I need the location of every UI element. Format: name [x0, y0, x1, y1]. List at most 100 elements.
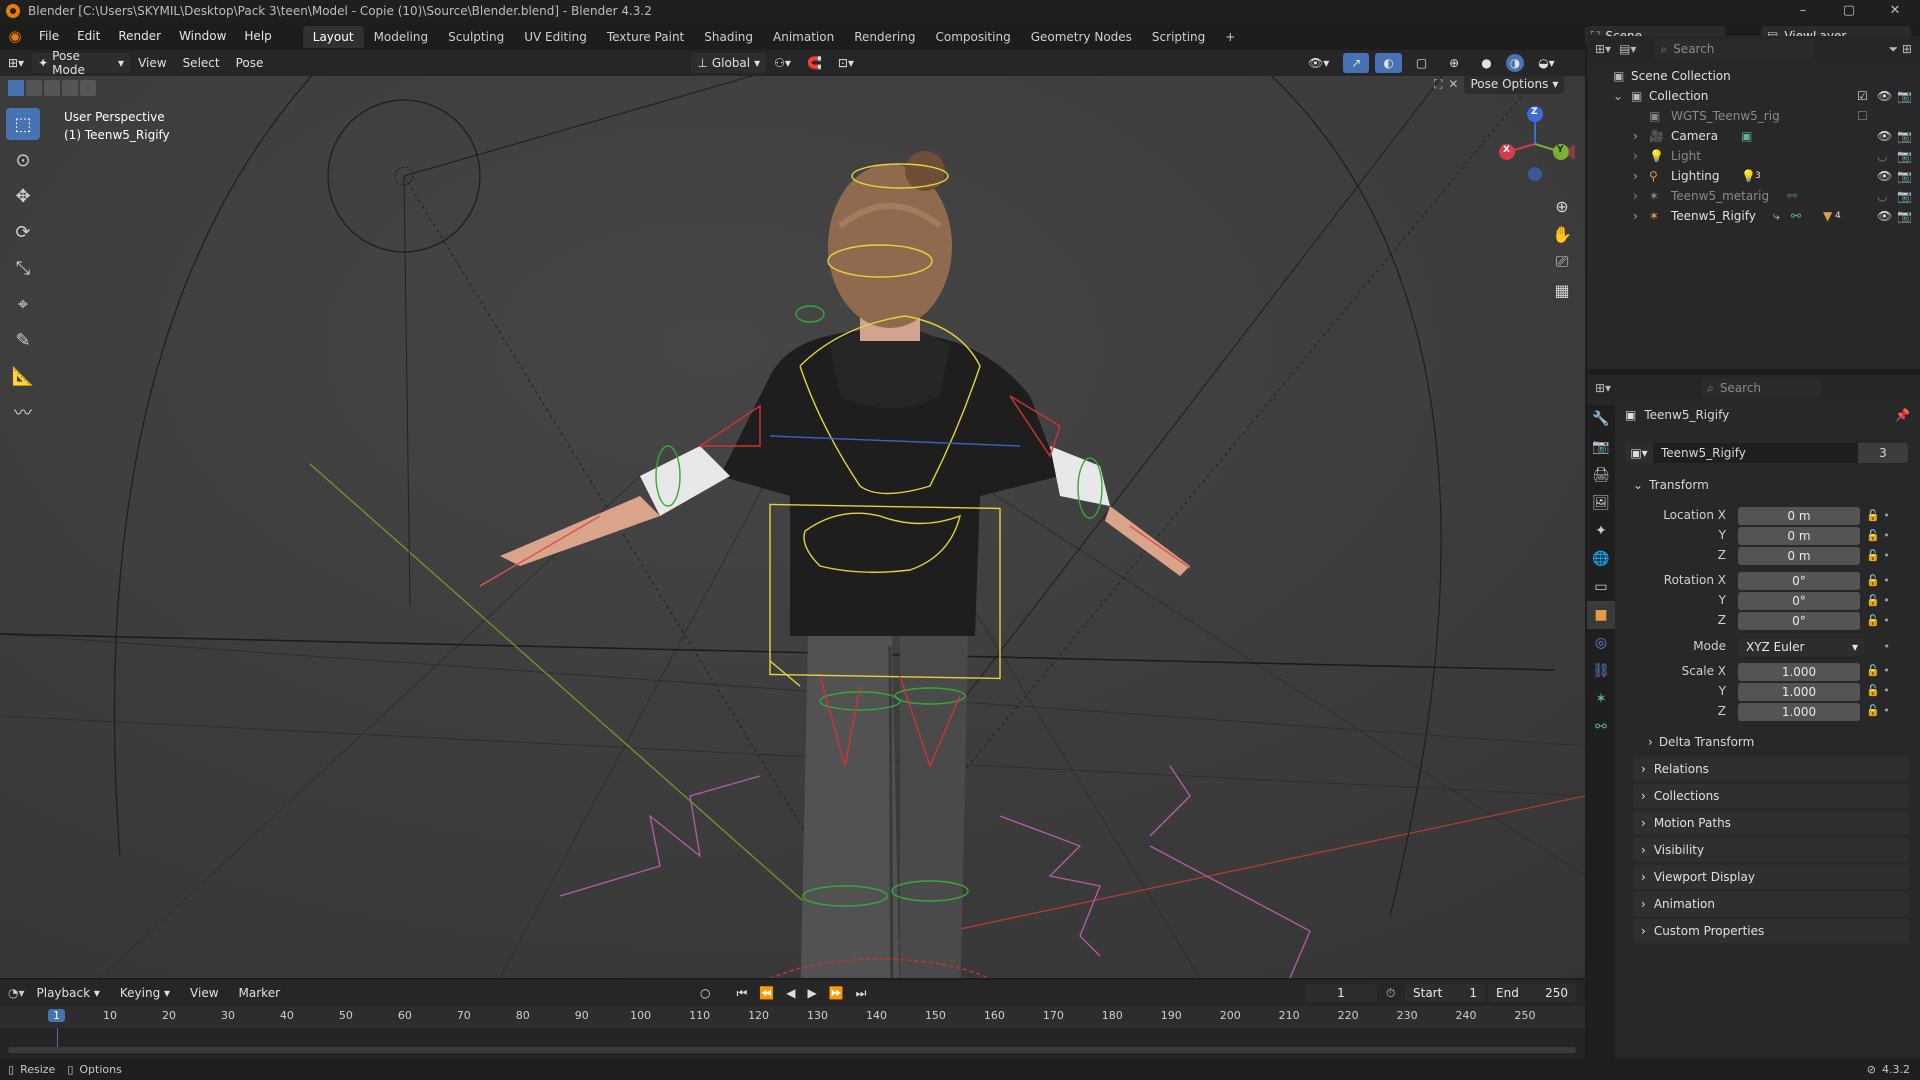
select-box-icon[interactable]: ⬚: [6, 108, 40, 140]
outliner-collection[interactable]: ⌄ ▣ Collection ☑ 👁 📷: [1587, 86, 1920, 106]
armature-data-tab-icon[interactable]: ✶: [1587, 685, 1615, 713]
current-frame-marker[interactable]: 1: [48, 1009, 65, 1022]
custom-properties-panel[interactable]: › Custom Properties: [1633, 919, 1909, 943]
output-tab-icon[interactable]: 🖨: [1587, 461, 1615, 489]
outliner-item[interactable]: › 🎥 Camera ▣ 👁 📷: [1587, 126, 1920, 146]
motion-paths-panel[interactable]: › Motion Paths: [1633, 811, 1909, 835]
rotation-mode-dropdown[interactable]: XYZ Euler ▾: [1738, 638, 1864, 656]
maximize-button[interactable]: ▢: [1826, 0, 1872, 22]
eye-icon[interactable]: 👁: [1877, 129, 1892, 143]
collection-tab-icon[interactable]: ▭: [1587, 573, 1615, 601]
chevron-right-icon[interactable]: ›: [1633, 189, 1638, 203]
rotation-z-field[interactable]: 0°: [1738, 612, 1860, 630]
scale-x-field[interactable]: 1.000: [1738, 663, 1860, 681]
lock-icon[interactable]: 🔓 •: [1866, 681, 1906, 701]
chevron-right-icon[interactable]: ›: [1633, 129, 1638, 143]
outliner-editor-icon[interactable]: ⊞▾: [1595, 42, 1611, 56]
relax-pose-icon[interactable]: 〰: [6, 396, 40, 428]
outliner-scene-collection[interactable]: ▣ Scene Collection: [1587, 66, 1920, 86]
eye-icon[interactable]: 👁: [1877, 89, 1892, 103]
bone-tab-icon[interactable]: ⚯: [1587, 713, 1615, 741]
eye-icon[interactable]: 👁: [1877, 209, 1892, 223]
xray-icon[interactable]: ▢: [1408, 50, 1435, 76]
play-icon[interactable]: ▶: [807, 986, 816, 1000]
tab-animation[interactable]: Animation: [763, 26, 844, 48]
tool-tab-icon[interactable]: 🔧: [1587, 405, 1615, 433]
marker-menu[interactable]: Marker: [231, 980, 288, 1006]
object-name-field[interactable]: Teenw5_Rigify: [1653, 443, 1858, 463]
material-shading-icon[interactable]: ◑: [1505, 54, 1525, 72]
view-layer-tab-icon[interactable]: 🖼: [1587, 489, 1615, 517]
pan-hand-icon[interactable]: ✋: [1548, 220, 1576, 248]
outliner-item[interactable]: › ✶ Teenw5_Rigify ⤷ ⚯ ▼ 4 👁 📷: [1587, 206, 1920, 226]
close-icon[interactable]: ✕: [1448, 77, 1458, 91]
transform-icon[interactable]: ⌖: [6, 288, 40, 320]
transform-affect-icon[interactable]: ⛶: [1434, 77, 1442, 92]
jump-end-icon[interactable]: ⏭: [856, 986, 867, 1001]
checkbox-icon[interactable]: ☐: [1857, 109, 1868, 123]
object-tab-icon[interactable]: ■: [1587, 601, 1615, 629]
relations-panel[interactable]: › Relations: [1633, 757, 1909, 781]
lock-icon[interactable]: 🔓 •: [1866, 661, 1906, 681]
camera-render-icon[interactable]: 📷: [1897, 89, 1912, 103]
properties-search-input[interactable]: ⌕ Search: [1701, 378, 1822, 398]
rotate-icon[interactable]: ⟳: [6, 216, 40, 248]
users-count[interactable]: 3: [1858, 443, 1908, 463]
chevron-down-icon[interactable]: ⌄: [1613, 89, 1623, 103]
camera-render-icon[interactable]: 📷: [1897, 209, 1912, 223]
lock-icon[interactable]: 🔓 •: [1866, 611, 1906, 631]
physics-tab-icon[interactable]: ◎: [1587, 629, 1615, 657]
lock-icon[interactable]: 🔓 •: [1866, 591, 1906, 611]
pose-options-dropdown[interactable]: Pose Options ▾: [1464, 76, 1565, 94]
outliner-search-input[interactable]: ⌕ Search: [1654, 39, 1815, 59]
select-extend-icon[interactable]: [26, 80, 42, 96]
outliner-item[interactable]: › ⚲ Lighting 💡 3 👁 📷: [1587, 166, 1920, 186]
editor-type-icon[interactable]: ⊞▾: [0, 50, 32, 76]
frame-ruler[interactable]: 1 10 20 30 40 50 60 70 80 90 100 110 120 130 140 150 160…: [0, 1006, 1585, 1028]
tab-compositing[interactable]: Compositing: [925, 26, 1020, 48]
end-frame-field[interactable]: End 250: [1488, 984, 1576, 1002]
camera-render-icon[interactable]: 📷: [1897, 169, 1912, 183]
pivot-icon[interactable]: ⚇▾: [766, 50, 799, 76]
blender-menu-icon[interactable]: ◉: [0, 27, 30, 45]
current-frame-field[interactable]: 1: [1305, 984, 1377, 1002]
tab-layout[interactable]: Layout: [302, 26, 364, 48]
prev-keyframe-icon[interactable]: ⏪: [759, 986, 774, 1000]
checkbox-icon[interactable]: ☑: [1857, 89, 1868, 103]
rendered-shading-icon[interactable]: ◒▾: [1530, 50, 1563, 76]
grid-view-icon[interactable]: ▦: [1548, 276, 1576, 304]
lock-icon[interactable]: 🔓 •: [1866, 526, 1906, 546]
menu-render[interactable]: Render: [109, 22, 170, 50]
zoom-icon[interactable]: ⊕: [1548, 192, 1576, 220]
select-new-icon[interactable]: [8, 80, 24, 96]
viewport-display-panel[interactable]: › Viewport Display: [1633, 865, 1909, 889]
outliner-item[interactable]: › 💡 Light ◡ 📷: [1587, 146, 1920, 166]
annotate-icon[interactable]: ✎: [6, 324, 40, 356]
add-workspace-button[interactable]: +: [1215, 26, 1245, 48]
close-button[interactable]: ✕: [1872, 0, 1918, 22]
filter-icon[interactable]: ⏷ ⊞: [1889, 42, 1912, 57]
select-menu[interactable]: Select: [175, 50, 228, 76]
transform-panel-header[interactable]: ⌄ Transform: [1633, 478, 1709, 492]
tab-shading[interactable]: Shading: [694, 26, 763, 48]
gizmo-toggle-icon[interactable]: ↗: [1343, 53, 1370, 73]
pin-icon[interactable]: 📌: [1895, 408, 1910, 422]
scale-y-field[interactable]: 1.000: [1738, 683, 1860, 701]
measure-icon[interactable]: 📐: [6, 360, 40, 392]
scene-tab-icon[interactable]: ✦: [1587, 517, 1615, 545]
mode-dropdown[interactable]: ✦ Pose Mode ▾: [32, 49, 131, 77]
lock-icon[interactable]: 🔓 •: [1866, 571, 1906, 591]
timeline-scrollbar[interactable]: [8, 1047, 1576, 1053]
play-reverse-icon[interactable]: ◀: [786, 986, 795, 1000]
select-invert-icon[interactable]: [62, 80, 78, 96]
object-browse-icon[interactable]: ▣▾: [1625, 443, 1653, 463]
keying-menu[interactable]: Keying ▾: [112, 980, 178, 1006]
eye-hidden-icon[interactable]: ◡: [1877, 189, 1887, 203]
menu-file[interactable]: File: [30, 22, 68, 50]
menu-edit[interactable]: Edit: [68, 22, 109, 50]
visibility-icon[interactable]: 👁▾: [1300, 50, 1337, 76]
tab-sculpting[interactable]: Sculpting: [438, 26, 514, 48]
tab-rendering[interactable]: Rendering: [844, 26, 925, 48]
scale-icon[interactable]: ⤡: [6, 252, 40, 284]
world-tab-icon[interactable]: 🌐: [1587, 545, 1615, 573]
